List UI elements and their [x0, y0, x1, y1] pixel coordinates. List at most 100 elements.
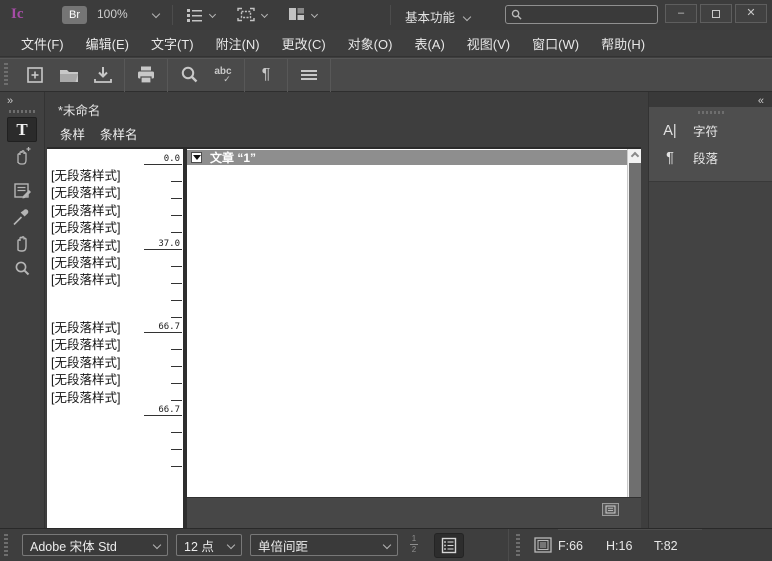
find-change-button[interactable]	[172, 60, 206, 90]
type-tool[interactable]: T	[7, 117, 37, 142]
menu-item[interactable]: 文字(T)	[140, 34, 205, 53]
paragraph-style-label[interactable]: [无段落样式]	[51, 203, 161, 220]
scrollbar-thumb[interactable]	[629, 163, 641, 497]
galley-bottom-strip	[187, 497, 641, 528]
expand-tools-icon[interactable]: »	[7, 95, 12, 107]
tab-galley[interactable]: 条样	[60, 124, 85, 143]
menu-item[interactable]: 表(A)	[403, 34, 455, 53]
story-title: 文章 “1”	[210, 149, 256, 166]
paragraph-style-label[interactable]: [无段落样式]	[51, 220, 161, 237]
statusbar-grip[interactable]	[516, 534, 520, 557]
page-jump-button[interactable]	[602, 503, 619, 516]
titlebar-separator	[172, 5, 173, 25]
menu-bar: 文件(F)编辑(E)文字(T)附注(N)更改(C)对象(O)表(A)视图(V)窗…	[0, 30, 772, 57]
view-options-dropdown[interactable]	[186, 7, 215, 22]
character-panel-button[interactable]: A| 字符	[649, 117, 772, 144]
paragraph-style-label[interactable]: [无段落样式]	[51, 255, 161, 272]
menu-item[interactable]: 窗口(W)	[521, 34, 590, 53]
copyfit-stat-value: H:16	[606, 539, 654, 553]
copyfit-icon	[534, 537, 552, 553]
paragraph-panel-button[interactable]: ¶ 段落	[649, 144, 772, 171]
story-text-area[interactable]: 文章 “1”	[187, 149, 627, 497]
position-tool[interactable]	[7, 143, 37, 168]
menu-item[interactable]: 附注(N)	[205, 34, 271, 53]
workspace-switcher[interactable]: 基本功能	[405, 7, 470, 26]
statusbar-separator	[508, 529, 509, 561]
dock-button-group: A| 字符 ¶ 段落	[649, 107, 772, 182]
chevron-down-icon	[383, 541, 391, 549]
zoom-level-dropdown[interactable]: 100%	[97, 7, 159, 21]
paragraph-style-label[interactable]: [无段落样式]	[51, 185, 161, 202]
chevron-down-icon	[152, 10, 160, 18]
new-document-button[interactable]	[18, 60, 52, 90]
toolbar-separator	[287, 59, 288, 92]
arrange-documents-dropdown[interactable]	[288, 7, 317, 21]
note-tool[interactable]	[7, 178, 37, 203]
line-number-toggle[interactable]: 1 2	[410, 535, 418, 554]
copyfit-stat-value: T:82	[654, 539, 702, 553]
character-label: 字符	[693, 121, 718, 140]
menu-item[interactable]: 帮助(H)	[590, 34, 656, 53]
menu-item[interactable]: 对象(O)	[337, 34, 404, 53]
paragraph-style-label[interactable]: [无段落样式]	[51, 168, 161, 185]
story-collapse-button[interactable]	[191, 152, 202, 163]
search-input[interactable]	[526, 9, 652, 21]
print-icon	[134, 64, 158, 86]
print-button[interactable]	[129, 60, 163, 90]
toolbar-separator	[330, 59, 331, 92]
tools-grip[interactable]	[9, 110, 35, 113]
note-tool-icon	[11, 181, 33, 201]
menu-item[interactable]: 视图(V)	[456, 34, 521, 53]
statusbar-grip[interactable]	[4, 534, 8, 557]
incopy-logo-icon: Ic	[11, 6, 24, 23]
close-button[interactable]: ✕	[735, 4, 767, 23]
paragraph-style-label[interactable]: [无段落样式]	[51, 372, 161, 389]
new-document-icon	[24, 64, 46, 86]
font-size-dropdown[interactable]: 12 点	[176, 534, 242, 556]
font-family-dropdown[interactable]: Adobe 宋体 Std	[22, 534, 168, 556]
toolbar-grip[interactable]	[4, 63, 8, 87]
paragraph-icon: ¶	[660, 150, 680, 166]
screen-mode-icon	[237, 7, 255, 22]
chevron-down-icon	[209, 11, 216, 18]
leading-dropdown[interactable]: 单倍间距	[250, 534, 398, 556]
toolbar-menu-button[interactable]	[292, 60, 326, 90]
open-button[interactable]	[52, 60, 86, 90]
show-hidden-characters-button[interactable]: ¶	[249, 60, 283, 90]
vertical-scrollbar[interactable]	[627, 149, 641, 497]
document-tab[interactable]: *未命名	[58, 100, 100, 119]
tab-galley-name[interactable]: 条样名	[100, 124, 138, 143]
incopy-app-window: Ic Br 100%	[0, 0, 772, 561]
screen-mode-dropdown[interactable]	[237, 7, 267, 22]
dock-grip[interactable]	[698, 111, 724, 114]
copyfit-info-button[interactable]	[534, 537, 552, 553]
menu-item[interactable]: 文件(F)	[10, 34, 75, 53]
style-column-toggle-button[interactable]	[434, 533, 464, 558]
minimize-button[interactable]: –	[665, 4, 697, 23]
story-header-bar[interactable]: 文章 “1”	[187, 150, 627, 165]
hand-tool[interactable]	[7, 230, 37, 255]
menu-item[interactable]: 更改(C)	[271, 34, 337, 53]
chevron-down-icon	[153, 541, 161, 549]
document-region: *未命名 条样 条样名 [无段落样式][无段落样式][无段落样式][无段落样式]…	[45, 92, 648, 528]
save-button[interactable]	[86, 60, 120, 90]
workspace-switcher-label: 基本功能	[405, 7, 455, 26]
maximize-button[interactable]	[700, 4, 732, 23]
scroll-up-icon[interactable]	[630, 152, 638, 160]
tools-panel: » T	[0, 92, 45, 528]
font-family-value: Adobe 宋体 Std	[30, 536, 117, 555]
paragraph-style-label[interactable]: [无段落样式]	[51, 272, 161, 289]
menu-item[interactable]: 编辑(E)	[75, 34, 140, 53]
spellcheck-button[interactable]: abc ✓	[206, 60, 240, 90]
paragraph-style-label[interactable]: [无段落样式]	[51, 355, 161, 372]
bridge-button[interactable]: Br	[62, 6, 87, 24]
eyedropper-tool[interactable]	[7, 204, 37, 229]
maximize-icon	[712, 10, 720, 18]
copyfit-stat-value: F:66	[558, 539, 606, 553]
zoom-level-value: 100%	[97, 7, 128, 21]
app-toolbar: abc ✓ ¶	[0, 58, 772, 92]
paragraph-style-label[interactable]: [无段落样式]	[51, 337, 161, 354]
collapse-dock-icon[interactable]: «	[758, 95, 763, 107]
zoom-tool[interactable]	[7, 256, 37, 281]
title-bar: Ic Br 100%	[0, 0, 772, 30]
